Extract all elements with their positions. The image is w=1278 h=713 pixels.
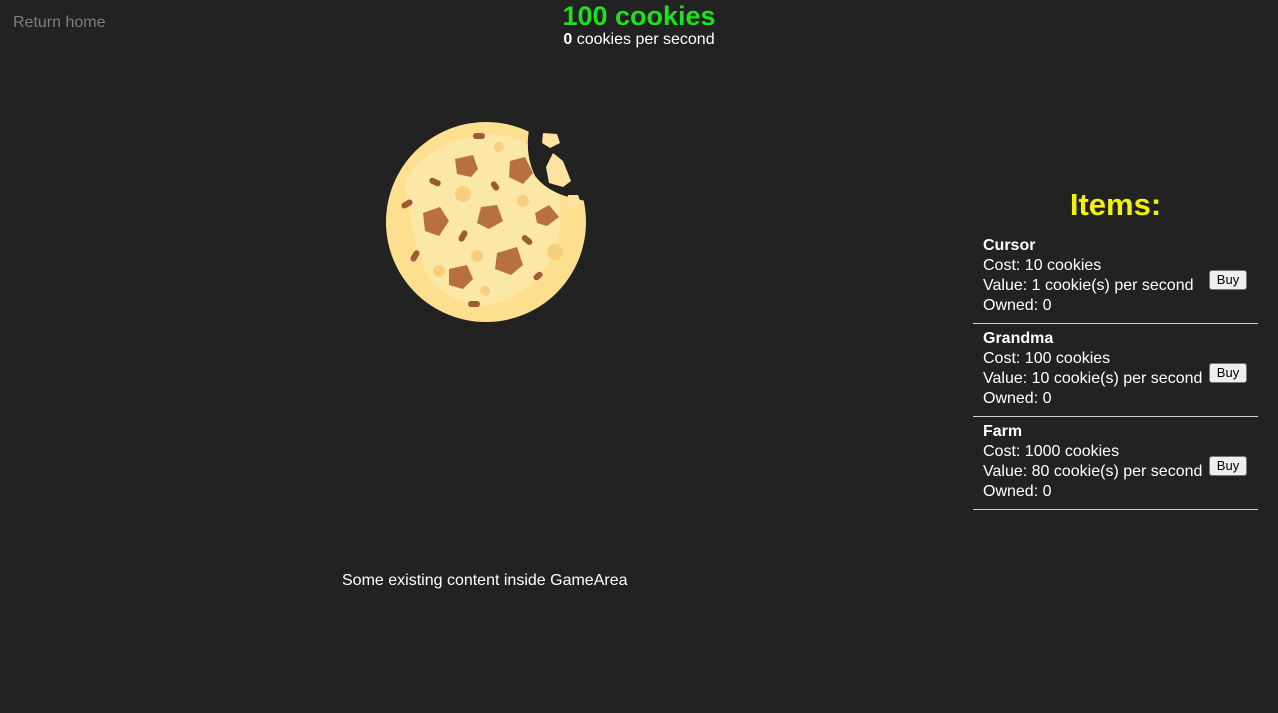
items-shop: Items: Cursor Cost: 10 cookies Value: 1 …	[973, 186, 1258, 510]
cookie-count: 100 cookies	[562, 1, 716, 31]
cookie-button[interactable]	[385, 121, 587, 323]
item-name: Cursor	[983, 237, 1036, 254]
item-name: Grandma	[983, 330, 1054, 347]
game-area-content: Some existing content inside GameArea	[342, 572, 628, 589]
cookie-icon	[386, 122, 586, 322]
buy-grandma-button[interactable]: Buy	[1209, 363, 1247, 383]
shop-item-cursor: Cursor Cost: 10 cookies Value: 1 cookie(…	[973, 232, 1258, 324]
game-page: Return home 100 cookies 0 cookies per se…	[0, 0, 1278, 713]
shop-item-grandma: Grandma Cost: 100 cookies Value: 10 cook…	[973, 325, 1258, 417]
item-owned: Owned: 0	[983, 390, 1052, 407]
item-owned: Owned: 0	[983, 297, 1052, 314]
item-owned: Owned: 0	[983, 483, 1052, 500]
buy-farm-button[interactable]: Buy	[1209, 456, 1247, 476]
buy-cursor-button[interactable]: Buy	[1209, 270, 1247, 290]
shop-item-farm: Farm Cost: 1000 cookies Value: 80 cookie…	[973, 418, 1258, 510]
items-title: Items:	[1069, 187, 1162, 222]
cps-value: 0	[563, 31, 573, 48]
cookies-per-second: 0 cookies per second	[0, 29, 1278, 51]
cps-label: cookies per second	[572, 31, 715, 48]
header: 100 cookies 0 cookies per second	[0, 0, 1278, 51]
item-name: Farm	[983, 423, 1023, 440]
